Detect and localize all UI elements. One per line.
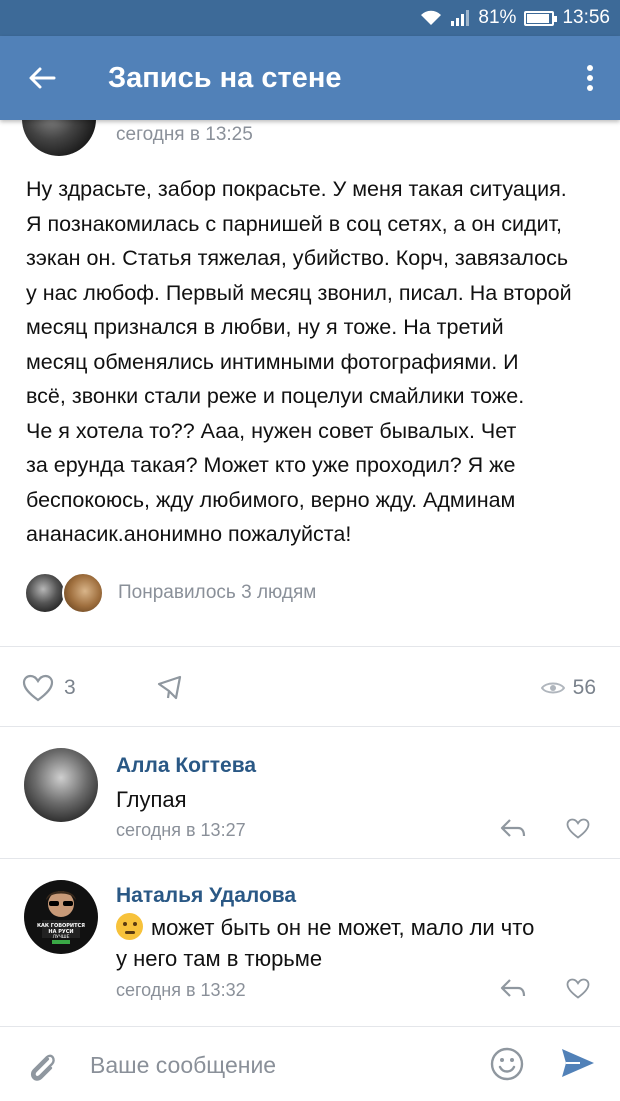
status-bar: 81% 13:56 — [0, 0, 620, 36]
post-line: всё, звонки стали реже и поцелуи смайлик… — [26, 384, 525, 408]
views-count: 56 — [572, 676, 596, 699]
heart-icon — [566, 978, 590, 999]
liker-avatar[interactable] — [24, 572, 66, 614]
comment-avatar[interactable]: КАК ГОВОРИТСЯ НА РУСИ ЛУЧШЕ — [24, 880, 98, 954]
post-header: сегодня в 13:25 — [0, 120, 620, 160]
post-line: Че я хотела то?? Ааа, нужен совет бывалы… — [26, 418, 517, 443]
clock: 13:56 — [562, 7, 610, 28]
comment-text-line: может быть он не может, мало ли что — [151, 915, 535, 940]
comment-like-button[interactable] — [566, 818, 590, 844]
reply-icon — [500, 979, 526, 997]
comment-item: Алла Когтева Глупая сегодня в 13:27 — [0, 740, 620, 854]
page-title: Запись на стене — [108, 61, 342, 94]
post-time: сегодня в 13:25 — [116, 124, 253, 145]
attach-button[interactable] — [26, 1049, 56, 1088]
likes-summary[interactable]: Понравилось 3 людям — [118, 582, 316, 604]
comment-text: может быть он не может, мало ли что у не… — [116, 912, 596, 974]
wifi-icon — [421, 10, 442, 25]
battery-icon — [524, 10, 558, 26]
share-icon — [157, 675, 182, 700]
post-actions: 3 56 — [0, 662, 620, 718]
avatar-image: КАК ГОВОРИТСЯ НА РУСИ ЛУЧШЕ — [37, 891, 85, 944]
more-button[interactable] — [560, 36, 620, 120]
likers-row[interactable]: Понравилось 3 людям — [24, 572, 584, 616]
views-counter: 56 — [540, 676, 596, 700]
post-line: месяц обменялись интимными фотографиями.… — [26, 349, 519, 374]
svg-text:ЛУЧШЕ: ЛУЧШЕ — [53, 934, 70, 940]
comment-author[interactable]: Наталья Удалова — [116, 884, 296, 908]
post-line: за ерунда такая? Может кто уже проходил?… — [26, 453, 516, 477]
more-vertical-icon — [587, 65, 593, 91]
reply-icon — [500, 819, 526, 837]
comment-item: КАК ГОВОРИТСЯ НА РУСИ ЛУЧШЕ Наталья Удал… — [0, 870, 620, 1020]
like-button[interactable]: 3 — [22, 674, 76, 702]
signal-icon — [451, 10, 470, 26]
reply-button[interactable] — [500, 978, 526, 1003]
comment-time: сегодня в 13:27 — [116, 820, 246, 840]
comment-author[interactable]: Алла Когтева — [116, 754, 256, 778]
comment-avatar[interactable] — [24, 748, 98, 822]
comment-time: сегодня в 13:32 — [116, 980, 246, 1000]
battery-percent: 81% — [478, 7, 517, 28]
post-line: Ну здрасьте, забор покрасьте. У меня так… — [26, 177, 567, 201]
post-line: беспокоюсь, жду любимого, верно жду. Адм… — [26, 487, 516, 512]
send-button[interactable] — [560, 1047, 596, 1084]
app-bar: Запись на стене — [0, 36, 620, 120]
post-line: Я познакомилась с парнишей в соц сетях, … — [26, 211, 563, 236]
comment-text-line: у него там в тюрьме — [116, 946, 323, 971]
thinking-emoji-icon — [116, 913, 143, 940]
smile-icon — [490, 1047, 524, 1081]
share-button[interactable] — [156, 674, 184, 707]
like-count: 3 — [64, 676, 76, 699]
send-icon — [562, 1049, 594, 1077]
back-button[interactable] — [0, 36, 84, 120]
comment-text: Глупая — [116, 787, 187, 812]
back-arrow-icon — [29, 67, 56, 89]
comment-like-button[interactable] — [566, 978, 590, 1004]
post-line: месяц признался в любви, ну я тоже. На т… — [26, 315, 504, 339]
author-avatar[interactable] — [22, 120, 96, 156]
reply-button[interactable] — [500, 818, 526, 843]
post-line: у нас любоф. Первый месяц звонил, писал.… — [26, 280, 572, 305]
heart-icon — [22, 674, 54, 702]
divider — [0, 858, 620, 859]
liker-avatar[interactable] — [62, 572, 104, 614]
message-composer — [0, 1026, 620, 1101]
attach-icon — [30, 1054, 55, 1081]
eye-icon — [540, 682, 565, 694]
message-input[interactable] — [90, 1047, 470, 1083]
post-line: ананасик.анонимно пожалуйста! — [26, 522, 352, 546]
post-text: Ну здрасьте, забор покрасьте. У меня так… — [26, 172, 606, 552]
divider — [0, 726, 620, 727]
post-line: зэкан он. Статья тяжелая, убийство. Корч… — [26, 246, 569, 270]
emoji-button[interactable] — [490, 1047, 524, 1086]
heart-icon — [566, 818, 590, 839]
divider — [0, 646, 620, 647]
